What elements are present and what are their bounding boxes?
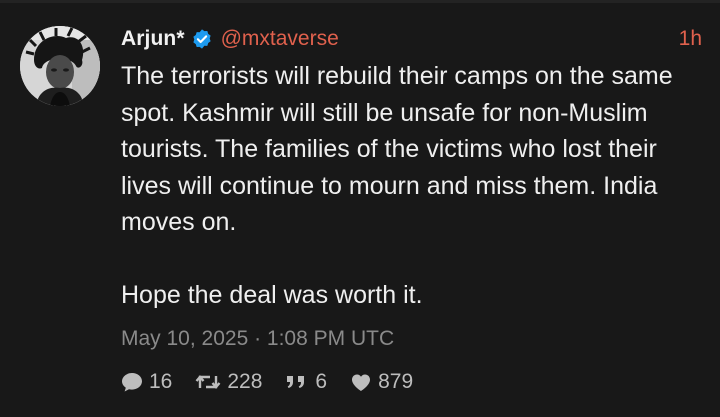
tweet-stats: 16 228 6 879 [120,370,435,394]
retweet-icon [194,372,222,392]
heart-icon [349,372,373,392]
like-count: 879 [378,370,414,393]
quote-count: 6 [315,370,328,393]
reply-count: 16 [149,370,173,393]
comment-icon [120,371,144,393]
tweet-text: The terrorists will rebuild their camps … [121,58,706,314]
like-stat[interactable]: 879 [349,370,413,394]
tweet-card: Arjun* @mxtaverse 1h The terrorists will… [0,0,720,417]
avatar-photo-icon [20,26,100,106]
retweet-stat[interactable]: 228 [194,370,262,394]
tweet-timestamp[interactable]: May 10, 2025 · 1:08 PM UTC [121,327,394,351]
tweet-header: Arjun* @mxtaverse 1h [121,24,702,54]
retweet-count: 228 [227,370,263,393]
author-handle[interactable]: @mxtaverse [221,27,339,51]
tweet-paragraph-2: Hope the deal was worth it. [121,281,423,309]
author-display-name[interactable]: Arjun* [121,27,185,51]
quote-icon [284,372,310,392]
verified-badge-icon [191,28,213,50]
quote-stat[interactable]: 6 [284,370,327,394]
relative-time-link[interactable]: 1h [679,27,702,51]
avatar[interactable] [20,26,100,106]
tweet-paragraph-1: The terrorists will rebuild their camps … [121,62,673,236]
reply-stat[interactable]: 16 [120,370,172,394]
